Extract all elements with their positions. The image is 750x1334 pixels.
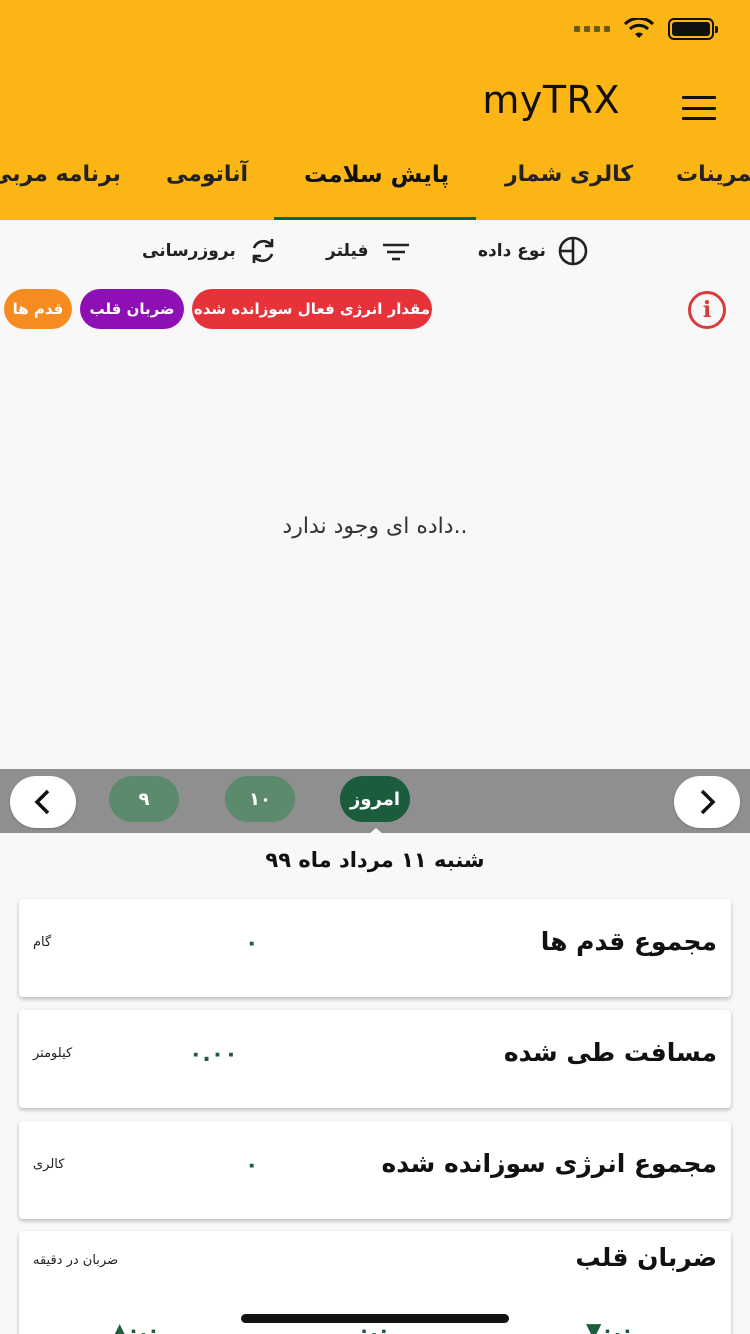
card-title: مسافت طی شده bbox=[503, 1038, 717, 1067]
today-pointer bbox=[358, 828, 394, 844]
tab-anatomy[interactable]: آناتومی bbox=[166, 162, 248, 187]
card-unit: ضربان در دقیقه bbox=[33, 1253, 119, 1268]
tab-bar: برنامه مربی آناتومی پایش سلامت کالری شما… bbox=[0, 150, 750, 220]
heart-rate-max-value: ۰.۰ bbox=[127, 1318, 160, 1334]
tab-coach-program[interactable]: برنامه مربی bbox=[0, 162, 121, 187]
card-value: ۰.۰۰ bbox=[189, 1042, 238, 1067]
chevron-left-icon bbox=[34, 789, 50, 815]
heart-rate-min: ▼۰.۰ bbox=[586, 1318, 633, 1334]
energy-burned-card: مجموع انرژی سوزانده شده ۰ کالری bbox=[19, 1121, 731, 1219]
day-pill-9[interactable]: ۹ bbox=[109, 776, 179, 822]
data-type-label: نوع داده bbox=[478, 241, 546, 261]
wifi-icon bbox=[624, 18, 654, 38]
card-title: ضربان قلب bbox=[575, 1243, 717, 1272]
date-label: شنبه ۱۱ مرداد ماه ۹۹ bbox=[265, 848, 485, 872]
distance-card: مسافت طی شده ۰.۰۰ کیلومتر bbox=[19, 1010, 731, 1108]
day-pill-10[interactable]: ۱۰ bbox=[225, 776, 295, 822]
card-title: مجموع انرژی سوزانده شده bbox=[381, 1149, 717, 1178]
next-day-button[interactable] bbox=[674, 776, 740, 828]
tab-health-monitoring[interactable]: پایش سلامت bbox=[304, 162, 449, 188]
signal-icon bbox=[574, 26, 610, 32]
filter-icon bbox=[382, 243, 409, 261]
home-indicator bbox=[241, 1314, 509, 1323]
battery-icon bbox=[668, 18, 718, 40]
app-title: myTRX bbox=[482, 78, 620, 122]
chevron-right-icon bbox=[700, 789, 716, 815]
pie-chart-icon bbox=[558, 236, 588, 266]
card-unit: کالری bbox=[33, 1157, 65, 1172]
tab-calorie-counter[interactable]: کالری شمار bbox=[505, 162, 633, 187]
day-navigation-bar: ۹ ۱۰ امروز bbox=[0, 769, 750, 833]
info-icon[interactable]: i bbox=[688, 291, 726, 329]
card-unit: کیلومتر bbox=[33, 1046, 73, 1061]
chip-heart-rate[interactable]: ضربان قلب bbox=[80, 289, 184, 329]
card-value: ۰ bbox=[245, 1153, 259, 1178]
hamburger-menu-icon[interactable] bbox=[682, 96, 716, 120]
refresh-label: بروزرسانی bbox=[142, 241, 236, 261]
filter-label: فیلتر bbox=[326, 241, 369, 261]
refresh-button[interactable]: بروزرسانی bbox=[142, 234, 280, 268]
card-unit: گام bbox=[33, 935, 52, 950]
card-title: مجموع قدم ها bbox=[540, 927, 717, 956]
chip-active-energy[interactable]: مقدار انرژی فعال سوزانده شده bbox=[192, 289, 432, 329]
steps-total-card: مجموع قدم ها ۰ گام bbox=[19, 899, 731, 997]
previous-day-button[interactable] bbox=[10, 776, 76, 828]
card-value: ۰ bbox=[245, 931, 259, 956]
heart-rate-min-value: ۰.۰ bbox=[601, 1318, 634, 1334]
app-header: myTRX برنامه مربی آناتومی پایش سلامت کال… bbox=[0, 0, 750, 220]
status-bar bbox=[574, 18, 718, 40]
filter-button[interactable]: فیلتر bbox=[326, 234, 413, 268]
chip-steps[interactable]: قدم ها bbox=[4, 289, 72, 329]
data-type-button[interactable]: نوع داده bbox=[478, 234, 590, 268]
tab-exercises[interactable]: تمرینات bbox=[676, 162, 750, 187]
day-pill-today[interactable]: امروز bbox=[340, 776, 410, 822]
refresh-icon bbox=[252, 239, 274, 263]
empty-state-message: داده ای وجود ندارد.. bbox=[282, 514, 468, 539]
heart-rate-max: ▲۰.۰ bbox=[112, 1318, 159, 1334]
active-tab-indicator bbox=[274, 217, 476, 220]
